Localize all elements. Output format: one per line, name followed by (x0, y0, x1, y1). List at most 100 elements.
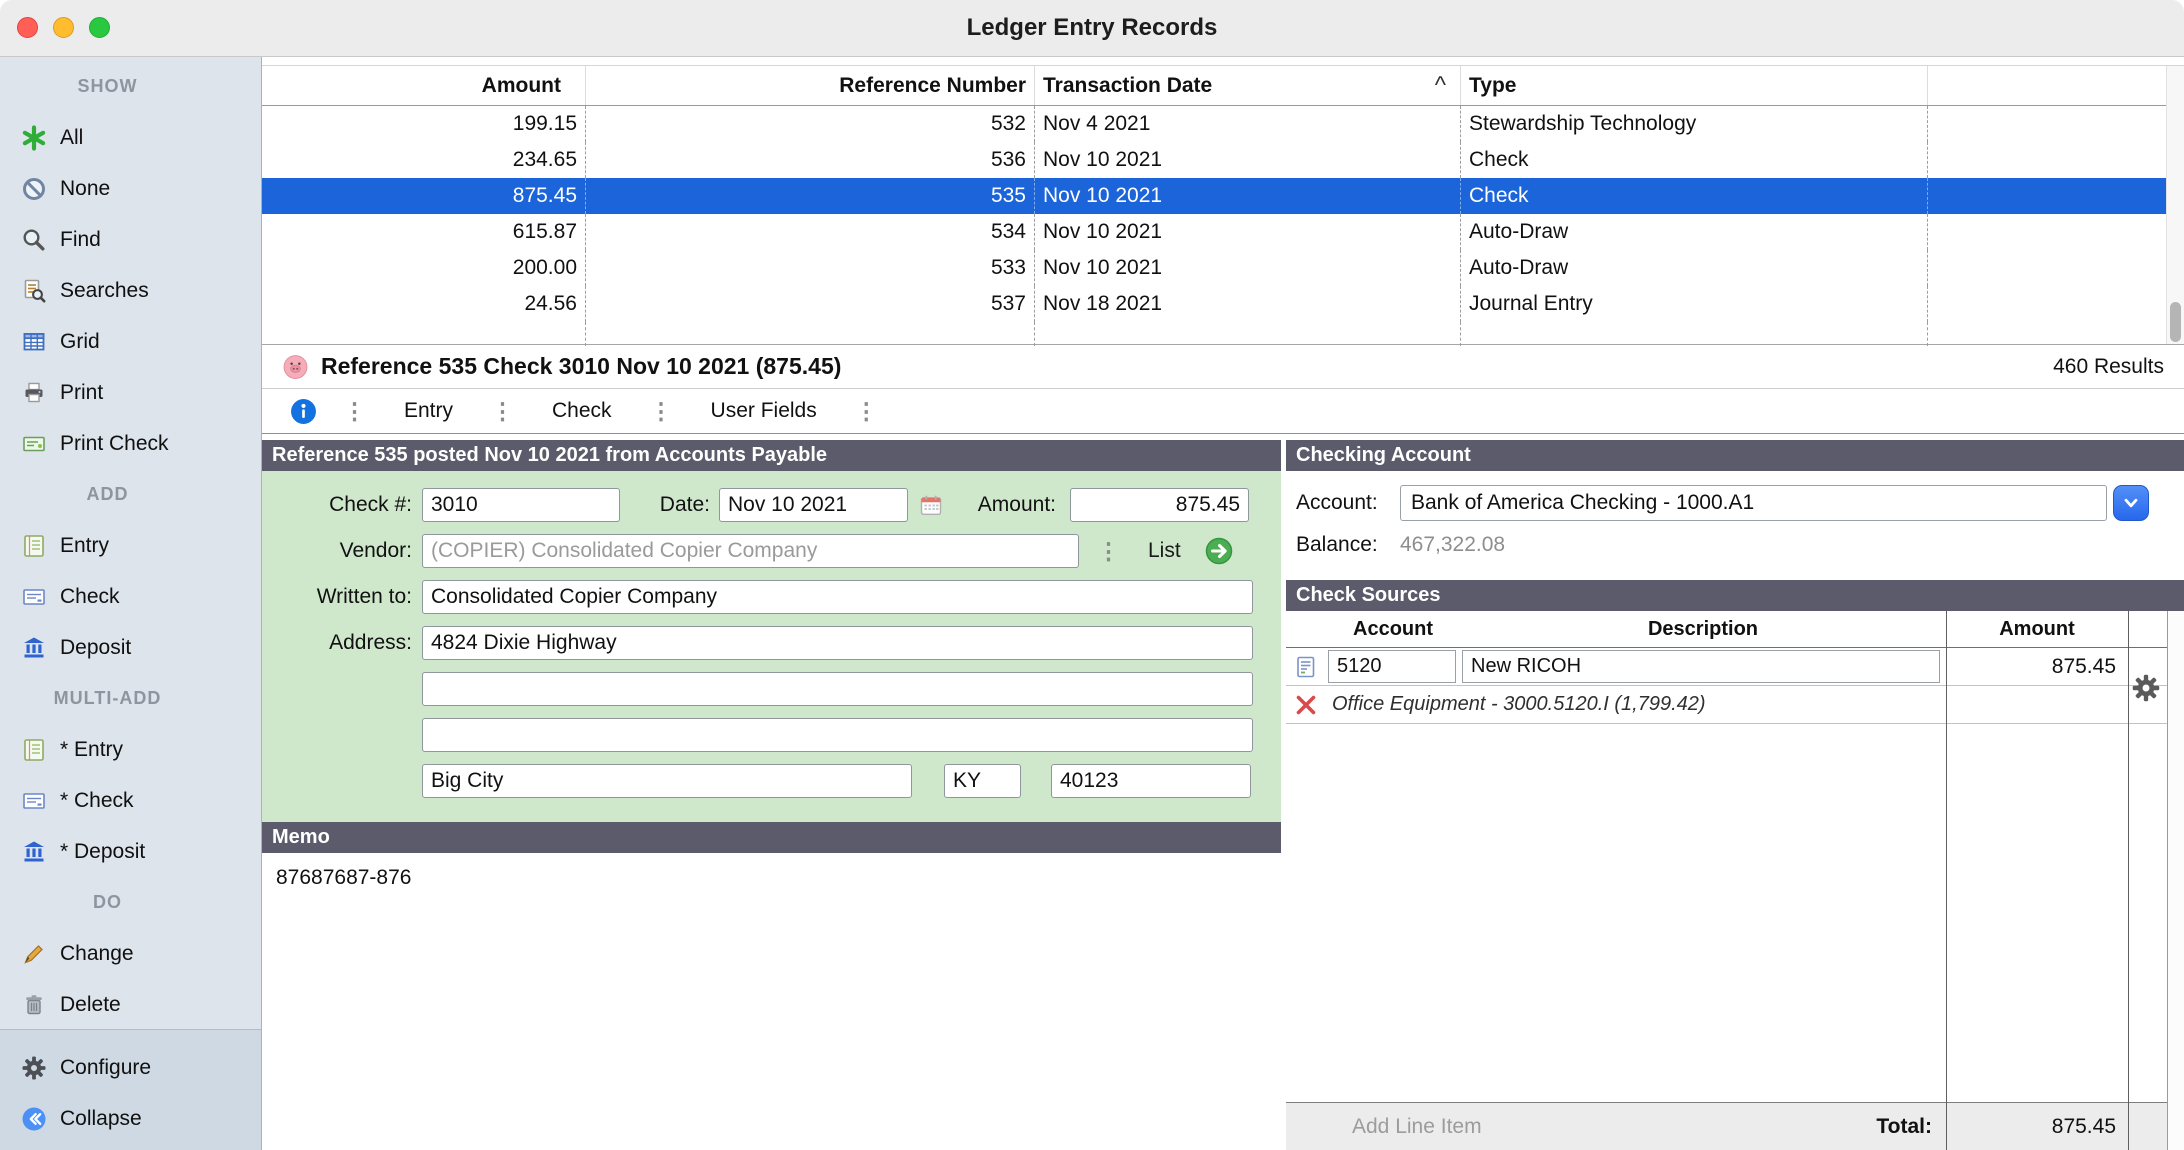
sidebar-item-collapse[interactable]: Collapse (0, 1093, 261, 1144)
prohibited-icon (20, 175, 47, 202)
sidebar-item-label: Delete (60, 993, 121, 1017)
sidebar-item-none[interactable]: None (0, 163, 261, 214)
separator-dots: ⋮ (1097, 538, 1120, 565)
add-line-item-button[interactable]: Add Line Item (1286, 1115, 1482, 1139)
sidebar-item-searches[interactable]: Searches (0, 265, 261, 316)
sidebar-item-label: Change (60, 942, 134, 966)
city-input[interactable] (422, 764, 912, 798)
date-input[interactable] (719, 488, 908, 522)
open-vendor-list-button[interactable] (1205, 537, 1233, 565)
tab-bar: ⋮ Entry ⋮ Check ⋮ User Fields ⋮ (262, 389, 2184, 434)
window-title: Ledger Entry Records (967, 14, 1218, 42)
vendor-label: Vendor: (262, 539, 412, 563)
sidebar-item-all[interactable]: All (0, 112, 261, 163)
line-item-form-icon[interactable] (1294, 655, 1318, 679)
sources-scrollbar[interactable] (2167, 611, 2184, 1150)
written-to-label: Written to: (262, 585, 412, 609)
address-line1-input[interactable] (422, 626, 1253, 660)
checking-account-header: Checking Account (1286, 440, 2184, 471)
sidebar-item-add-entry[interactable]: Entry (0, 520, 261, 571)
sidebar-item-find[interactable]: Find (0, 214, 261, 265)
sidebar-item-add-deposit[interactable]: Deposit (0, 622, 261, 673)
sidebar-item-label: * Check (60, 789, 134, 813)
table-row[interactable]: 199.15 532 Nov 4 2021 Stewardship Techno… (262, 106, 2167, 142)
table-row[interactable]: 24.56 537 Nov 18 2021 Journal Entry (262, 286, 2167, 322)
zoom-window-button[interactable] (89, 17, 110, 38)
column-header-empty (1927, 66, 2167, 105)
sidebar-section-show: SHOW (0, 61, 261, 112)
source-line-item-row[interactable]: 5120 New RICOH 875.45 (1286, 648, 2184, 686)
close-window-button[interactable] (17, 17, 38, 38)
memo-text[interactable]: 87687687-876 (262, 853, 1281, 1150)
table-scrollbar[interactable] (2166, 66, 2184, 344)
tab-entry[interactable]: Entry (390, 399, 467, 423)
table-row[interactable]: 234.65 536 Nov 10 2021 Check (262, 142, 2167, 178)
check-document-icon (20, 583, 47, 610)
sidebar-item-grid[interactable]: Grid (0, 316, 261, 367)
zip-input[interactable] (1051, 764, 1251, 798)
vendor-input[interactable] (422, 534, 1079, 568)
print-check-icon (20, 430, 47, 457)
table-row[interactable]: 615.87 534 Nov 10 2021 Auto-Draw (262, 214, 2167, 250)
sidebar: SHOW All None Find Searches (0, 57, 262, 1150)
address-line2-input[interactable] (422, 672, 1253, 706)
tab-check[interactable]: Check (538, 399, 626, 423)
sidebar-item-print[interactable]: Print (0, 367, 261, 418)
address-line3-input[interactable] (422, 718, 1253, 752)
sidebar-item-label: * Entry (60, 738, 123, 762)
address-label: Address: (262, 631, 412, 655)
table-body: 199.15 532 Nov 4 2021 Stewardship Techno… (262, 106, 2167, 346)
delete-line-x-icon[interactable] (1294, 693, 1318, 717)
source-description-cell[interactable]: New RICOH (1462, 650, 1940, 683)
sidebar-item-label: Collapse (60, 1107, 142, 1131)
source-account-cell[interactable]: 5120 (1328, 650, 1456, 683)
printer-icon (20, 379, 47, 406)
sources-column-account: Account (1326, 611, 1460, 647)
sort-ascending-icon: ^ (1435, 74, 1460, 98)
column-header-reference-number[interactable]: Reference Number (585, 66, 1034, 105)
tab-user-fields[interactable]: User Fields (697, 399, 831, 423)
sidebar-item-delete[interactable]: Delete (0, 979, 261, 1029)
account-label: Account: (1296, 491, 1400, 515)
check-number-input[interactable] (422, 488, 620, 522)
info-icon[interactable] (290, 398, 317, 425)
sources-column-description: Description (1460, 611, 1946, 647)
column-header-type[interactable]: Type (1460, 66, 1927, 105)
date-label: Date: (620, 493, 710, 517)
state-input[interactable] (944, 764, 1021, 798)
written-to-input[interactable] (422, 580, 1253, 614)
sidebar-item-multi-add-check[interactable]: * Check (0, 775, 261, 826)
sidebar-item-multi-add-entry[interactable]: * Entry (0, 724, 261, 775)
amount-input[interactable] (1070, 488, 1249, 522)
sidebar-item-label: Configure (60, 1056, 151, 1080)
sidebar-item-multi-add-deposit[interactable]: * Deposit (0, 826, 261, 877)
gear-icon (20, 1054, 47, 1081)
sidebar-item-configure[interactable]: Configure (0, 1042, 261, 1093)
calendar-icon[interactable] (919, 493, 943, 517)
saved-searches-icon (20, 277, 47, 304)
source-amount-cell[interactable]: 875.45 (2052, 655, 2116, 679)
sources-footer: Add Line Item Total: 875.45 (1286, 1102, 2184, 1150)
sidebar-item-change[interactable]: Change (0, 928, 261, 979)
sidebar-item-add-check[interactable]: Check (0, 571, 261, 622)
minimize-window-button[interactable] (53, 17, 74, 38)
memo-header: Memo (262, 822, 1281, 853)
table-row[interactable]: 200.00 533 Nov 10 2021 Auto-Draw (262, 250, 2167, 286)
checking-account-section: Account: Bank of America Checking - 1000… (1286, 471, 2184, 580)
sidebar-item-label: None (60, 177, 110, 201)
vendor-list-label: List (1148, 539, 1181, 563)
column-header-transaction-date[interactable]: Transaction Date^ (1034, 66, 1460, 105)
ledger-entry-icon (20, 736, 47, 763)
check-sources-table: Account Description Amount 5120 New RICO… (1286, 611, 2184, 1150)
sidebar-section-do: DO (0, 877, 261, 928)
account-select[interactable]: Bank of America Checking - 1000.A1 (1400, 485, 2107, 521)
table-row-selected[interactable]: 875.45 535 Nov 10 2021 Check (262, 178, 2167, 214)
scrollbar-thumb[interactable] (2170, 302, 2181, 342)
results-count: 460 Results (2053, 355, 2164, 379)
column-header-amount[interactable]: Amount (262, 66, 585, 105)
separator-dots: ⋮ (855, 398, 878, 425)
pig-icon (282, 353, 309, 380)
sources-gear-icon[interactable] (2131, 673, 2161, 703)
account-dropdown-button[interactable] (2113, 485, 2149, 521)
sidebar-item-print-check[interactable]: Print Check (0, 418, 261, 469)
